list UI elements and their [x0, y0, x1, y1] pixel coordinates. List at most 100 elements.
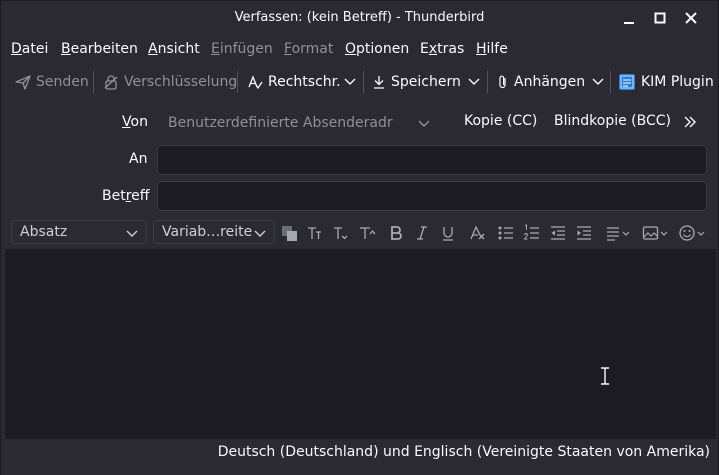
menu-hilfe[interactable]: Hilfe	[476, 41, 508, 57]
bullet-list-button[interactable]	[496, 223, 516, 243]
save-button[interactable]: Speichern	[372, 71, 461, 93]
spelling-dropdown[interactable]	[342, 73, 358, 91]
menu-einfuegen[interactable]: Einfügen	[211, 41, 273, 57]
clear-format-icon	[470, 225, 485, 240]
spelling-button[interactable]: Rechtschr.	[247, 71, 341, 93]
download-icon	[374, 76, 384, 89]
font-larger-icon	[334, 227, 348, 240]
color-swatch-icon	[282, 226, 297, 241]
text-color-button[interactable]	[279, 223, 299, 243]
attach-label: Anhängen	[514, 74, 586, 90]
maximize-button[interactable]	[649, 7, 671, 29]
encryption-label: Verschlüsselung	[124, 74, 238, 90]
toolbar-separator	[487, 71, 488, 93]
from-label: Von	[122, 114, 148, 130]
emoji-button[interactable]	[678, 223, 714, 243]
close-button[interactable]	[680, 7, 702, 29]
menu-optionen[interactable]: Optionen	[345, 41, 409, 57]
subject-label: Betreff	[102, 188, 150, 204]
window-title: Verfassen: (kein Betreff) - Thunderbird	[234, 10, 485, 25]
outdent-icon	[551, 226, 565, 240]
italic-icon	[417, 226, 427, 240]
compose-toolbar: Senden Verschlüsselung Rechtschr. Speich…	[1, 65, 718, 99]
double-chevron-right-icon	[684, 116, 696, 128]
font-value: Variab…reite	[162, 224, 253, 240]
toolbar-separator	[610, 71, 611, 93]
indent-button[interactable]	[574, 223, 594, 243]
spellcheck-language-indicator[interactable]: Deutsch (Deutschland) und Englisch (Vere…	[218, 444, 710, 460]
close-icon	[685, 12, 697, 24]
menu-extras[interactable]: Extras	[420, 41, 464, 57]
menu-bearbeiten[interactable]: Bearbeiten	[61, 41, 138, 57]
format-toolbar: Absatz Variab…reite	[5, 217, 716, 247]
indent-icon	[577, 226, 591, 240]
lock-icon	[104, 75, 118, 90]
image-icon	[642, 226, 668, 240]
paragraph-format-value: Absatz	[20, 224, 68, 240]
to-label: An	[129, 151, 148, 167]
numbered-list-button[interactable]	[522, 223, 542, 243]
toolbar-separator	[237, 71, 238, 93]
menu-format[interactable]: Format	[284, 41, 333, 57]
menu-datei[interactable]: Datei	[11, 41, 48, 57]
bullet-list-icon	[498, 226, 513, 240]
outdent-button[interactable]	[548, 223, 568, 243]
paragraph-format-select[interactable]: Absatz	[11, 220, 147, 244]
font-select[interactable]: Variab…reite	[153, 220, 275, 244]
more-headers-button[interactable]	[683, 115, 697, 129]
chevron-down-icon	[344, 78, 356, 85]
send-icon	[15, 75, 31, 90]
toolbar-separator	[93, 71, 94, 93]
title-bar: Verfassen: (kein Betreff) - Thunderbird	[1, 1, 718, 35]
font-size-button[interactable]	[357, 223, 377, 243]
from-identity-select[interactable]: Benutzerdefinierte Absenderadr	[156, 110, 438, 136]
status-bar: Deutsch (Deutschland) und Englisch (Vere…	[1, 441, 718, 465]
minimize-icon	[624, 22, 634, 24]
kim-plugin-button[interactable]: KIM Plugin	[618, 71, 714, 93]
message-body-editor[interactable]	[5, 249, 716, 439]
chevron-down-icon	[254, 226, 266, 238]
chevron-down-icon	[126, 226, 138, 238]
encryption-button[interactable]: Verschlüsselung	[103, 71, 237, 93]
bcc-button[interactable]: Blindkopie (BCC)	[554, 113, 671, 129]
bottom-strip	[1, 465, 718, 475]
font-smaller-icon	[308, 227, 321, 239]
send-label: Senden	[36, 74, 89, 90]
text-cursor-icon	[599, 367, 611, 385]
save-dropdown[interactable]	[466, 73, 482, 91]
send-button[interactable]: Senden	[15, 71, 89, 93]
bold-button[interactable]	[386, 223, 406, 243]
spellcheck-icon	[248, 75, 263, 90]
maximize-icon	[654, 12, 666, 24]
cc-button[interactable]: Kopie (CC)	[464, 113, 537, 129]
menu-bar: Datei Bearbeiten Ansicht Einfügen Format…	[1, 38, 718, 62]
compose-window: Verfassen: (kein Betreff) - Thunderbird …	[0, 0, 719, 475]
chevron-down-icon	[468, 78, 480, 85]
minimize-button[interactable]	[618, 7, 640, 29]
numbered-list-icon	[523, 224, 539, 240]
underline-icon	[443, 227, 453, 241]
insert-button[interactable]	[642, 223, 670, 243]
attach-dropdown[interactable]	[590, 73, 606, 91]
underline-button[interactable]	[438, 223, 458, 243]
font-size-larger-button[interactable]	[331, 223, 351, 243]
font-size-icon	[360, 227, 376, 239]
font-size-smaller-button[interactable]	[305, 223, 325, 243]
subject-field[interactable]	[157, 181, 707, 211]
bold-icon	[391, 226, 402, 240]
to-field[interactable]	[157, 145, 707, 175]
italic-button[interactable]	[412, 223, 432, 243]
spelling-label: Rechtschr.	[268, 74, 341, 90]
remove-formatting-button[interactable]	[467, 223, 487, 243]
paperclip-icon	[499, 75, 506, 89]
menu-ansicht[interactable]: Ansicht	[148, 41, 200, 57]
align-button[interactable]	[605, 223, 633, 243]
chevron-down-icon	[592, 78, 604, 85]
from-placeholder: Benutzerdefinierte Absenderadr	[168, 115, 393, 131]
attach-button[interactable]: Anhängen	[497, 71, 585, 93]
kim-plugin-label: KIM Plugin	[641, 74, 714, 90]
chevron-down-icon	[418, 116, 430, 128]
kim-plugin-icon	[619, 74, 635, 90]
save-label: Speichern	[391, 74, 461, 90]
toolbar-separator	[363, 71, 364, 93]
